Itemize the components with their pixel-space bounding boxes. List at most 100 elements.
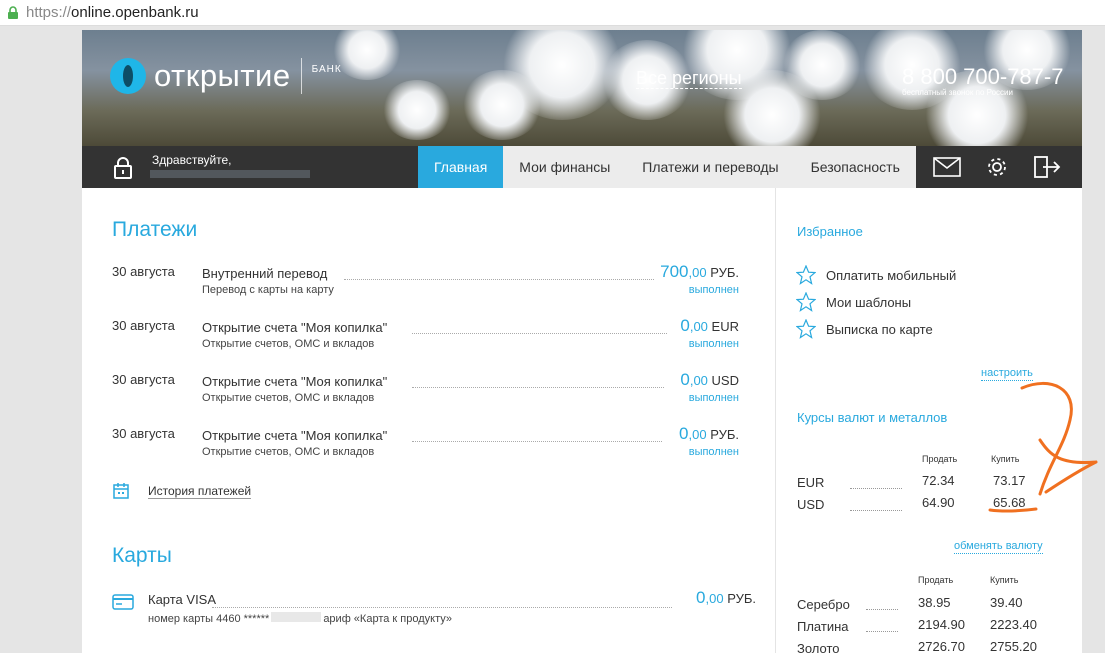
user-name-redacted bbox=[150, 170, 310, 178]
sell-column-header: Продать bbox=[918, 575, 954, 585]
tab-payments-transfers[interactable]: Платежи и переводы bbox=[626, 146, 795, 188]
mail-button[interactable] bbox=[922, 146, 972, 188]
url-host: online.openbank.ru bbox=[71, 4, 199, 21]
favorite-label: Мои шаблоны bbox=[826, 294, 912, 310]
phone-note: бесплатный звонок по России bbox=[902, 88, 1013, 97]
nav-tabs: Главная Мои финансы Платежи и переводы Б… bbox=[418, 146, 916, 188]
logo-text: ОТКРЫТИЕ bbox=[154, 58, 291, 93]
bank-logo[interactable]: ОТКРЫТИЕ БАНК bbox=[110, 58, 342, 94]
payment-category: Перевод с карты на карту bbox=[202, 284, 334, 296]
payment-date: 30 августа bbox=[112, 318, 175, 333]
payment-status: выполнен bbox=[688, 392, 739, 404]
metal-sell: 38.95 bbox=[918, 595, 951, 610]
card-name[interactable]: Карта VISA bbox=[148, 592, 221, 607]
logo-separator bbox=[300, 58, 302, 94]
card-details: номер карты 4460 ****** ариф «Карта к про… bbox=[148, 612, 452, 625]
configure-link[interactable]: настроить bbox=[981, 367, 1033, 381]
payment-status: выполнен bbox=[688, 284, 739, 296]
payment-row[interactable]: 30 августа Открытие счета "Моя копилка" … bbox=[82, 370, 775, 426]
dotted-leader bbox=[412, 387, 664, 388]
main-nav: Здравствуйте, Главная Мои финансы Платеж… bbox=[82, 146, 1082, 188]
buy-column-header: Купить bbox=[990, 575, 1019, 585]
payment-category: Открытие счетов, ОМС и вкладов bbox=[202, 338, 375, 350]
metal-sell: 2726.70 bbox=[918, 639, 965, 653]
star-icon bbox=[796, 292, 816, 312]
payment-amount: 0,00 РУБ. bbox=[675, 424, 739, 444]
nav-icon-group bbox=[922, 146, 1072, 188]
settings-gear-icon bbox=[988, 158, 1006, 176]
favorite-pay-mobile[interactable]: Оплатить мобильный bbox=[796, 265, 956, 285]
metal-name: Золото bbox=[797, 641, 840, 653]
currency-buy: 65.68 bbox=[993, 495, 1026, 510]
favorite-label: Оплатить мобильный bbox=[826, 267, 957, 283]
dotted-leader bbox=[412, 333, 667, 334]
header-banner: ОТКРЫТИЕ БАНК Все регионы 8 800 700-787-… bbox=[82, 30, 1082, 146]
sidebar: Избранное Оплатить мобильный Мои шаблоны… bbox=[775, 188, 1082, 653]
currency-buy: 73.17 bbox=[993, 473, 1026, 488]
rates-title: Курсы валют и металлов bbox=[797, 410, 948, 425]
payment-title[interactable]: Открытие счета "Моя копилка" bbox=[202, 374, 392, 389]
payment-status: выполнен bbox=[688, 338, 739, 350]
payment-title[interactable]: Открытие счета "Моя копилка" bbox=[202, 320, 392, 335]
payment-date: 30 августа bbox=[112, 372, 175, 387]
payment-row[interactable]: 30 августа Открытие счета "Моя копилка" … bbox=[82, 424, 775, 480]
cards-heading: Карты bbox=[112, 544, 172, 567]
padlock-icon bbox=[8, 5, 18, 19]
dotted-leader bbox=[866, 631, 898, 632]
star-icon bbox=[796, 319, 816, 339]
payment-category: Открытие счетов, ОМС и вкладов bbox=[202, 446, 375, 458]
payment-amount: 700,00 РУБ. bbox=[656, 262, 739, 282]
phone-number: 8 800 700-787-7 bbox=[902, 64, 1064, 89]
settings-button[interactable] bbox=[972, 146, 1022, 188]
payment-history-label: История платежей bbox=[148, 483, 252, 499]
dotted-leader bbox=[344, 279, 654, 280]
payment-history-link[interactable]: История платежей bbox=[112, 482, 252, 500]
currency-name: EUR bbox=[797, 475, 825, 490]
region-selector[interactable]: Все регионы bbox=[636, 68, 742, 89]
metal-sell: 2194.90 bbox=[918, 617, 965, 632]
exchange-currency-link[interactable]: обменять валюту bbox=[954, 540, 1043, 554]
logo-subtitle: БАНК bbox=[311, 64, 342, 75]
tab-security[interactable]: Безопасность bbox=[794, 146, 916, 188]
browser-url-bar[interactable]: https:// online.openbank.ru bbox=[0, 0, 1105, 26]
url-protocol: https:// bbox=[26, 4, 72, 21]
payment-row[interactable]: 30 августа Внутренний перевод 700,00 РУБ… bbox=[82, 262, 775, 318]
tab-main[interactable]: Главная bbox=[418, 146, 504, 188]
metal-buy: 39.40 bbox=[990, 595, 1023, 610]
card-row[interactable]: Карта VISA 0,00 РУБ. номер карты 4460 **… bbox=[112, 588, 756, 630]
payment-amount: 0,00 EUR bbox=[676, 316, 739, 336]
currency-sell: 64.90 bbox=[922, 495, 955, 510]
metal-name: Серебро bbox=[797, 597, 850, 612]
currency-sell: 72.34 bbox=[922, 473, 955, 488]
favorites-title: Избранное bbox=[797, 224, 863, 239]
currency-name: USD bbox=[797, 497, 825, 512]
favorite-label: Выписка по карте bbox=[826, 321, 933, 337]
dotted-leader bbox=[412, 441, 662, 442]
metal-buy: 2755.20 bbox=[990, 639, 1037, 653]
dotted-leader bbox=[212, 607, 672, 608]
star-icon bbox=[796, 265, 816, 285]
payments-heading: Платежи bbox=[112, 218, 198, 241]
logo-circle-icon bbox=[110, 58, 146, 94]
main-content: Платежи 30 августа Внутренний перевод 70… bbox=[82, 188, 775, 653]
payment-date: 30 августа bbox=[112, 264, 175, 279]
lock-icon bbox=[114, 157, 132, 179]
payment-status: выполнен bbox=[688, 446, 739, 458]
favorite-card-statement[interactable]: Выписка по карте bbox=[796, 319, 933, 339]
logout-button[interactable] bbox=[1022, 146, 1072, 188]
greeting-text: Здравствуйте, bbox=[152, 153, 232, 167]
credit-card-icon bbox=[112, 594, 134, 610]
metal-buy: 2223.40 bbox=[990, 617, 1037, 632]
dotted-leader bbox=[866, 609, 898, 610]
tab-my-finances[interactable]: Мои финансы bbox=[503, 146, 627, 188]
logout-icon bbox=[1034, 156, 1061, 178]
favorite-templates[interactable]: Мои шаблоны bbox=[796, 292, 911, 312]
payment-title[interactable]: Открытие счета "Моя копилка" bbox=[202, 428, 392, 443]
card-amount: 0,00 РУБ. bbox=[692, 588, 756, 608]
payment-row[interactable]: 30 августа Открытие счета "Моя копилка" … bbox=[82, 316, 775, 372]
calendar-icon bbox=[113, 483, 129, 499]
sell-column-header: Продать bbox=[922, 454, 958, 464]
dotted-leader bbox=[850, 488, 902, 489]
dotted-leader bbox=[850, 510, 902, 511]
payment-title[interactable]: Внутренний перевод bbox=[202, 266, 332, 281]
